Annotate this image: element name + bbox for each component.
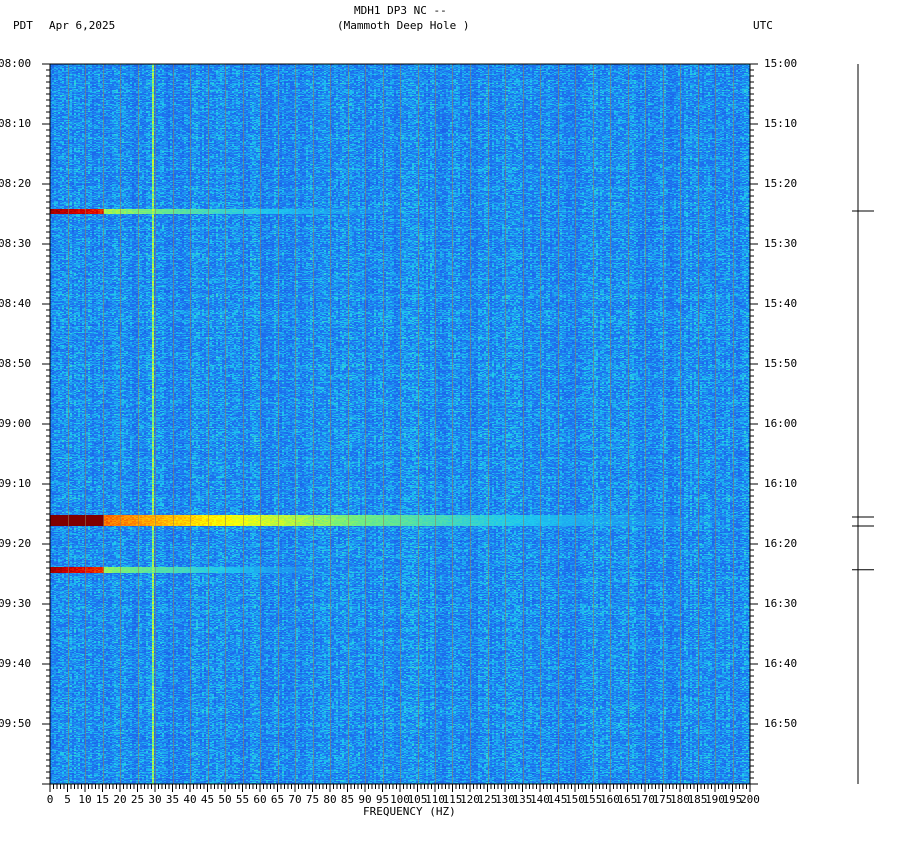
x-tick-label: 20 (113, 793, 127, 806)
x-tick-label: 50 (218, 793, 232, 806)
plot-frame (49, 63, 751, 785)
x-tick-label: 55 (235, 793, 250, 806)
y-left-tick-label: 09:20 (0, 537, 32, 550)
y-left-tick-label: 09:30 (0, 597, 32, 610)
y-left-tick-label: 09:10 (0, 477, 32, 490)
x-tick-label: 10 (78, 793, 92, 806)
x-tick-label: 90 (358, 793, 372, 806)
y-left-tick-label: 08:50 (0, 357, 32, 370)
x-tick-label: 95 (375, 793, 390, 806)
y-right-tick-label: 15:00 (764, 57, 798, 70)
x-tick-label: 15 (95, 793, 110, 806)
y-right-tick-label: 16:20 (764, 537, 798, 550)
x-axis-label: FREQUENCY (HZ) (363, 805, 456, 818)
x-tick-label: 0 (46, 793, 54, 806)
y-right-tick-label: 15:20 (764, 177, 798, 190)
y-left-tick-label: 09:00 (0, 417, 32, 430)
x-tick-label: 85 (340, 793, 355, 806)
y-right-tick-label: 16:10 (764, 477, 798, 490)
y-right-tick-label: 16:50 (764, 717, 798, 730)
y-right-tick-label: 15:40 (764, 297, 798, 310)
x-tick-label: 65 (270, 793, 285, 806)
y-right-tick-label: 15:10 (764, 117, 798, 130)
x-tick-label: 25 (130, 793, 145, 806)
x-tick-label: 200 (740, 793, 760, 806)
y-right-tick-label: 16:00 (764, 417, 798, 430)
y-left-tick-label: 08:30 (0, 237, 32, 250)
x-tick-label: 40 (183, 793, 197, 806)
x-tick-label: 70 (288, 793, 302, 806)
x-tick-label: 35 (165, 793, 180, 806)
y-left-tick-label: 09:50 (0, 717, 32, 730)
y-right-tick-label: 15:50 (764, 357, 798, 370)
y-right-tick-label: 16:30 (764, 597, 798, 610)
y-left-tick-label: 08:00 (0, 57, 32, 70)
y-right-tick-label: 15:30 (764, 237, 798, 250)
x-tick-label: 60 (253, 793, 267, 806)
y-left-tick-label: 08:20 (0, 177, 32, 190)
y-left-tick-label: 08:10 (0, 117, 32, 130)
x-tick-label: 45 (200, 793, 215, 806)
x-tick-label: 30 (148, 793, 162, 806)
y-left-tick-label: 08:40 (0, 297, 32, 310)
y-left-tick-label: 09:40 (0, 657, 32, 670)
x-tick-label: 5 (64, 793, 71, 806)
x-tick-label: 75 (305, 793, 320, 806)
x-tick-label: 80 (323, 793, 337, 806)
y-right-tick-label: 16:40 (764, 657, 798, 670)
